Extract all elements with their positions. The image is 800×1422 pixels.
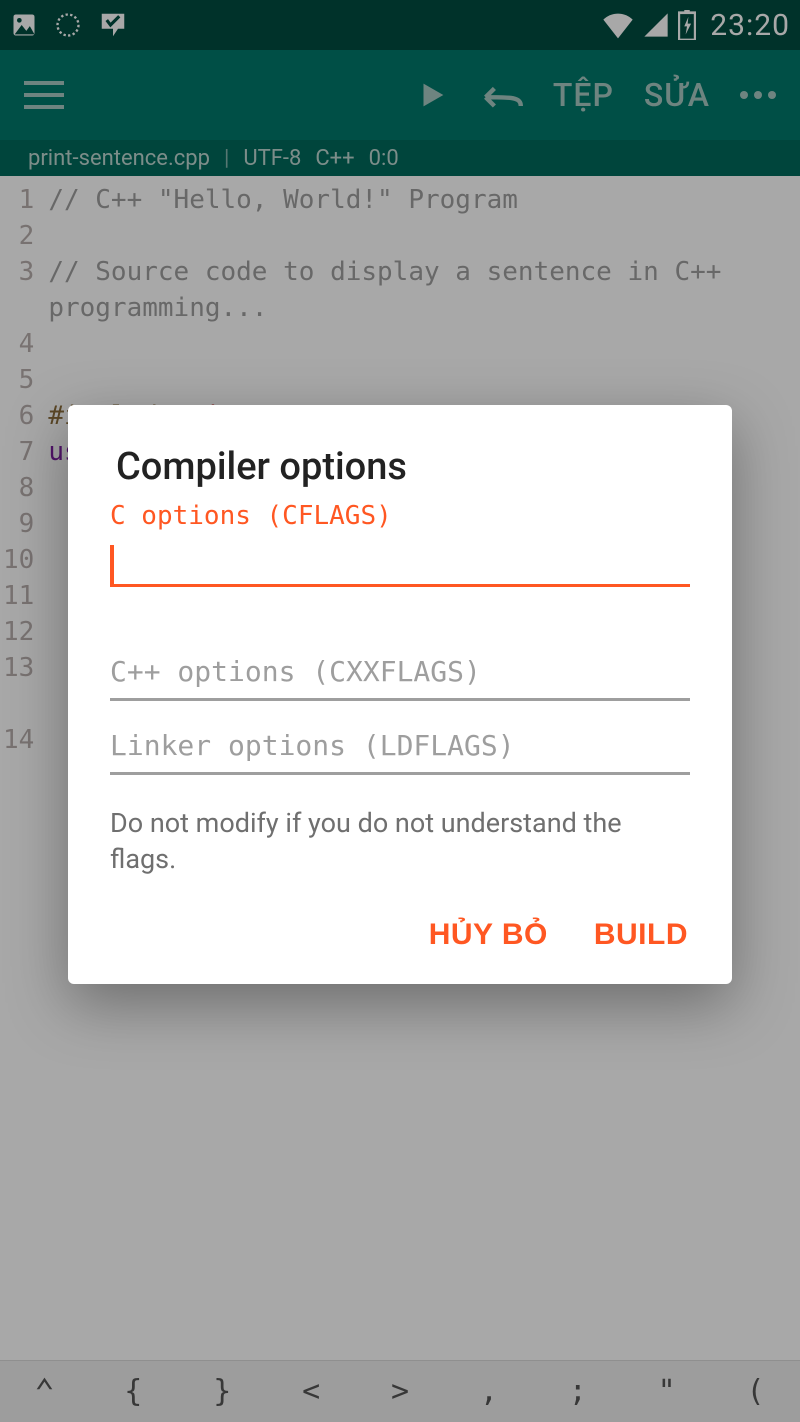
cxxflags-input[interactable] [110, 645, 690, 701]
dialog-actions: HỦY BỎ BUILD [110, 918, 690, 952]
text-cursor [110, 545, 114, 585]
cflags-input[interactable] [110, 531, 690, 587]
dialog-hint: Do not modify if you do not understand t… [110, 805, 690, 878]
build-button[interactable]: BUILD [594, 918, 688, 952]
screen: 23:20 TỆP SỬA print-sentence.cpp | UTF-8… [0, 0, 800, 1422]
ldflags-field [110, 719, 690, 775]
cxxflags-field [110, 645, 690, 701]
cflags-label: C options (CFLAGS) [110, 501, 690, 531]
cancel-button[interactable]: HỦY BỎ [429, 918, 548, 952]
dialog-title: Compiler options [116, 445, 690, 489]
ldflags-input[interactable] [110, 719, 690, 775]
cflags-field: C options (CFLAGS) [110, 501, 690, 627]
compiler-options-dialog: Compiler options C options (CFLAGS) Do n… [68, 405, 732, 984]
